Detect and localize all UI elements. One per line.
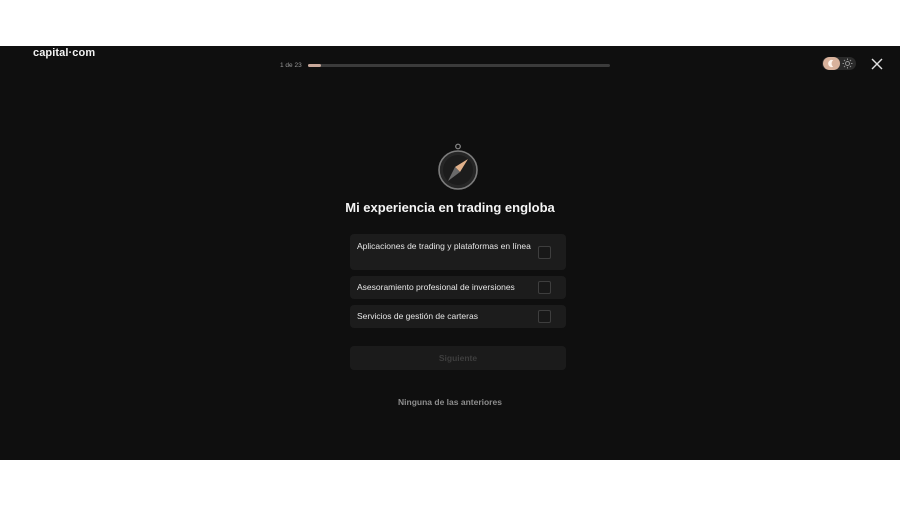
progress-bar-fill <box>308 64 321 67</box>
theme-toggle[interactable] <box>822 57 856 70</box>
option-checkbox[interactable] <box>538 246 551 259</box>
next-button[interactable]: Siguiente <box>350 346 566 370</box>
option-checkbox[interactable] <box>538 310 551 323</box>
option-professional-advice[interactable]: Asesoramiento profesional de inversiones <box>350 276 566 299</box>
progress-bar <box>308 64 610 67</box>
option-portfolio-management[interactable]: Servicios de gestión de carteras <box>350 305 566 328</box>
option-label: Servicios de gestión de carteras <box>357 311 478 321</box>
option-label: Aplicaciones de trading y plataformas en… <box>357 241 531 251</box>
brand-logo: capital·com <box>33 47 96 59</box>
option-online-platforms[interactable]: Aplicaciones de trading y plataformas en… <box>350 234 566 270</box>
progress-label: 1 de 23 <box>280 62 302 69</box>
option-label: Asesoramiento profesional de inversiones <box>357 282 515 292</box>
onboarding-screen: capital·com 1 de 23 Mi experiencia en tr… <box>0 46 900 460</box>
close-icon[interactable] <box>870 57 884 71</box>
compass-icon <box>436 143 480 191</box>
option-checkbox[interactable] <box>538 281 551 294</box>
question-title: Mi experiencia en trading engloba <box>345 200 555 215</box>
sun-icon[interactable] <box>842 58 853 69</box>
close-button[interactable] <box>870 57 884 71</box>
none-of-the-above-link[interactable]: Ninguna de las anteriores <box>0 397 900 407</box>
moon-icon[interactable] <box>823 57 840 70</box>
